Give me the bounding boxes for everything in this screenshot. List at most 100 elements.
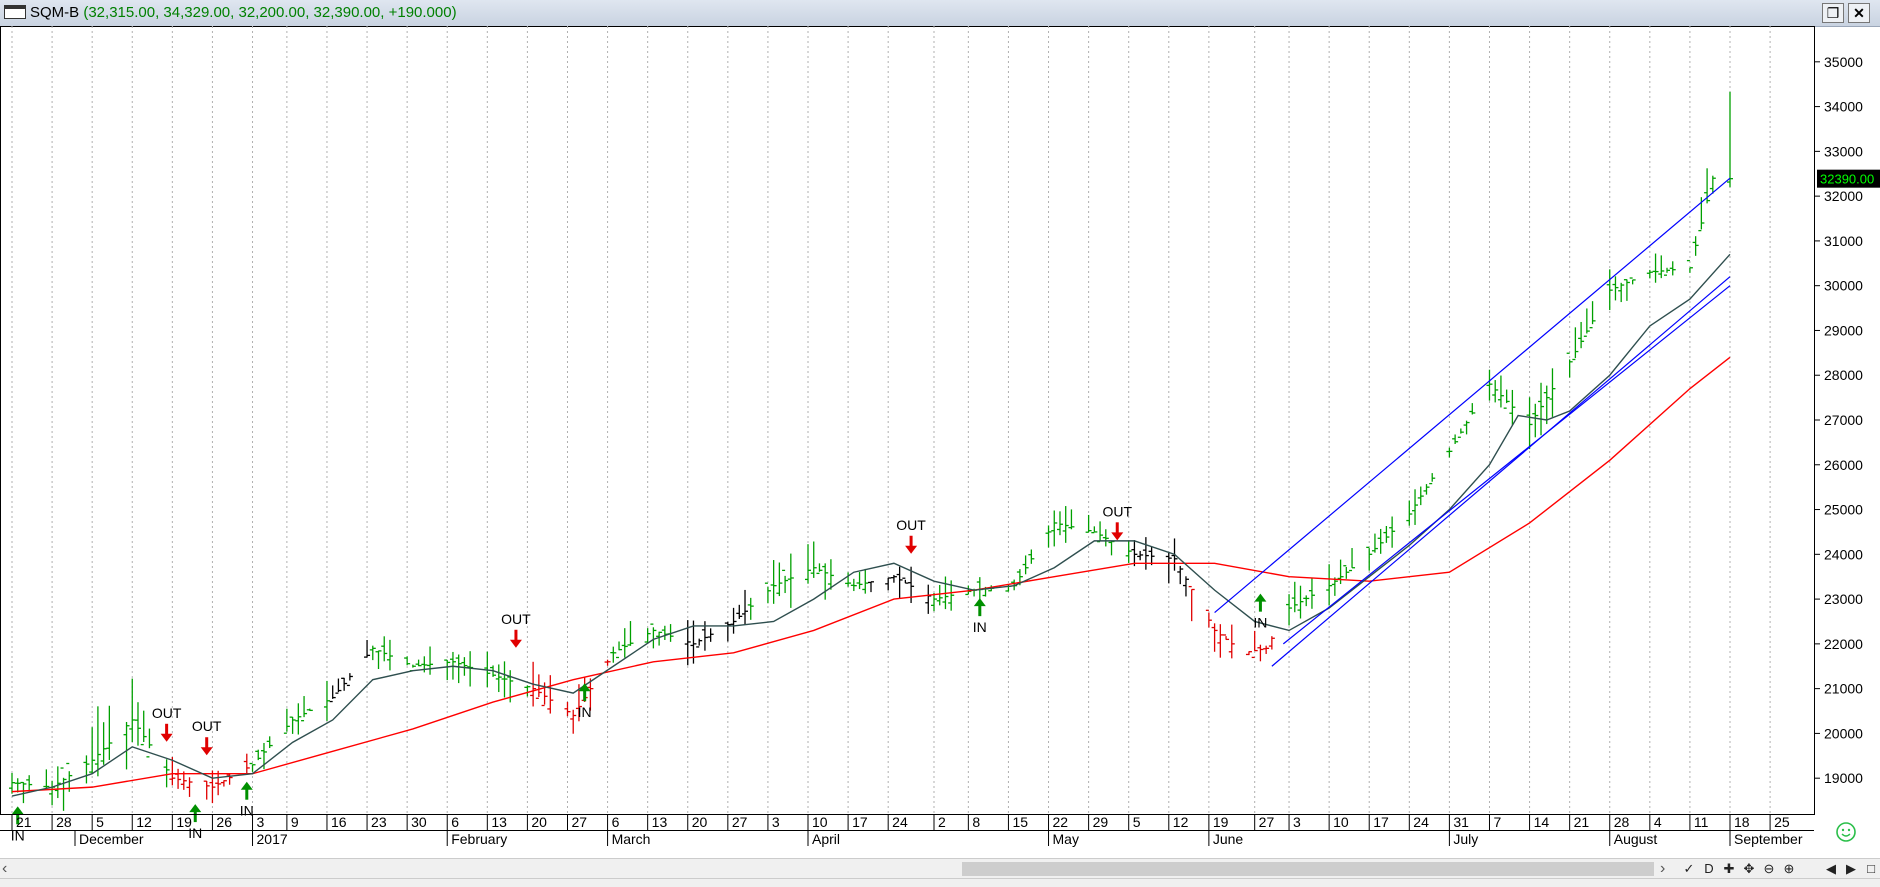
x-tick-label: 21: [1574, 814, 1590, 830]
y-tick-label: 35000: [1824, 54, 1863, 70]
price-chart: 19000 20000 21000 22000 23000 24000 25000 26000…: [0, 26, 1880, 847]
move-icon[interactable]: ✥: [1740, 860, 1758, 878]
x-tick-label: 19: [1213, 814, 1229, 830]
scroll-right-icon[interactable]: ›: [1660, 859, 1665, 879]
chart-window-icon: [4, 5, 26, 19]
x-tick-label: 12: [136, 814, 152, 830]
x-tick-label: 15: [1012, 814, 1028, 830]
x-tick-label: 3: [1293, 814, 1301, 830]
horizontal-scrollbar[interactable]: ‹ ›: [0, 858, 1880, 879]
x-tick-label: 24: [892, 814, 908, 830]
in-signal-label: IN: [973, 619, 987, 635]
out-signal-label: OUT: [1102, 503, 1132, 519]
y-tick-label: 27000: [1824, 412, 1863, 428]
smiley-icon: [1836, 822, 1856, 842]
x-tick-label: 2: [938, 814, 946, 830]
x-tick-label: 31: [1453, 814, 1469, 830]
in-signal-label: IN: [1253, 615, 1267, 631]
out-signal-label: OUT: [192, 718, 222, 734]
in-signal-label: IN: [240, 803, 254, 819]
next-icon[interactable]: ▶: [1842, 860, 1860, 878]
y-tick-label: 20000: [1824, 725, 1863, 741]
y-tick-label: 22000: [1824, 636, 1863, 652]
out-arrow-head: [509, 639, 522, 648]
zoom-in-icon[interactable]: ⊕: [1780, 860, 1798, 878]
x-tick-label: 27: [732, 814, 748, 830]
x-tick-label: 12: [1173, 814, 1189, 830]
scroll-left-icon[interactable]: ‹: [2, 859, 7, 879]
month-label: December: [79, 831, 144, 847]
x-tick-label: 11: [1694, 814, 1709, 830]
x-tick-label: 25: [1774, 814, 1790, 830]
d-icon[interactable]: D: [1700, 860, 1718, 878]
close-icon[interactable]: ✕: [1848, 3, 1870, 23]
y-tick-label: 23000: [1824, 591, 1863, 607]
out-arrow-head: [160, 733, 173, 742]
y-tick-label: 29000: [1824, 322, 1863, 338]
smiley-mouth: [1841, 833, 1851, 837]
y-tick-label: 30000: [1824, 278, 1863, 294]
in-signal-label: IN: [578, 704, 592, 720]
month-label: April: [812, 831, 840, 847]
ma-short-line: [11, 253, 1731, 797]
month-label: February: [451, 831, 507, 847]
x-tick-label: 6: [451, 814, 459, 830]
scroll-thumb[interactable]: [962, 862, 1654, 876]
last-price-label: 32390.00: [1820, 172, 1874, 187]
out-signal-label: OUT: [501, 611, 531, 627]
prev-icon[interactable]: ◀: [1822, 860, 1840, 878]
smiley-eye: [1847, 828, 1851, 832]
x-tick-label: 17: [852, 814, 868, 830]
smiley-eye: [1841, 828, 1845, 832]
month-label: September: [1734, 831, 1803, 847]
y-tick-label: 21000: [1824, 681, 1863, 697]
y-tick-label: 24000: [1824, 546, 1863, 562]
y-tick-label: 34000: [1824, 99, 1863, 115]
pin-icon[interactable]: ✓: [1680, 860, 1698, 878]
in-arrow-head: [1254, 593, 1267, 602]
x-tick-label: 21: [16, 814, 32, 830]
trend-line: [1214, 177, 1731, 613]
ma-long-line: [11, 356, 1731, 793]
plot-area: [0, 26, 1815, 815]
y-tick-label: 26000: [1824, 457, 1863, 473]
x-tick-label: 10: [812, 814, 828, 830]
out-signal-label: OUT: [152, 705, 182, 721]
month-label: August: [1614, 831, 1658, 847]
x-tick-label: 23: [371, 814, 387, 830]
y-tick-label: 19000: [1824, 770, 1863, 786]
month-label: July: [1453, 831, 1478, 847]
trend-line: [1271, 276, 1731, 667]
ohlc-values: (32,315.00, 34,329.00, 32,200.00, 32,390…: [83, 4, 457, 21]
x-tick-label: 8: [972, 814, 980, 830]
x-tick-label: 5: [96, 814, 104, 830]
x-tick-label: 24: [1413, 814, 1429, 830]
x-tick-label: 28: [56, 814, 72, 830]
zoom-out-icon[interactable]: ⊖: [1760, 860, 1778, 878]
out-signal-label: OUT: [896, 517, 926, 533]
x-tick-label: 30: [411, 814, 427, 830]
month-label: 2017: [257, 831, 288, 847]
cross-icon[interactable]: ✚: [1720, 860, 1738, 878]
x-tick-label: 16: [331, 814, 347, 830]
in-arrow-head: [973, 598, 986, 607]
x-tick-label: 29: [1093, 814, 1109, 830]
x-tick-label: 26: [216, 814, 232, 830]
x-tick-label: 5: [1133, 814, 1141, 830]
x-tick-label: 4: [1654, 814, 1662, 830]
restore-icon[interactable]: ❐: [1822, 3, 1844, 23]
x-tick-label: 18: [1734, 814, 1750, 830]
x-tick-label: 28: [1614, 814, 1630, 830]
x-tick-label: 13: [652, 814, 668, 830]
window-title-bar: SQM-B (32,315.00, 34,329.00, 32,200.00, …: [0, 0, 1880, 27]
trend-line: [1282, 285, 1731, 645]
x-tick-label: 20: [692, 814, 708, 830]
month-label: May: [1053, 831, 1079, 847]
out-arrow-head: [905, 545, 918, 554]
end-icon[interactable]: □: [1862, 860, 1880, 878]
x-tick-label: 14: [1534, 814, 1550, 830]
x-tick-label: 27: [1259, 814, 1275, 830]
out-arrow-head: [200, 747, 213, 756]
x-tick-label: 13: [491, 814, 507, 830]
y-tick-label: 33000: [1824, 143, 1863, 159]
